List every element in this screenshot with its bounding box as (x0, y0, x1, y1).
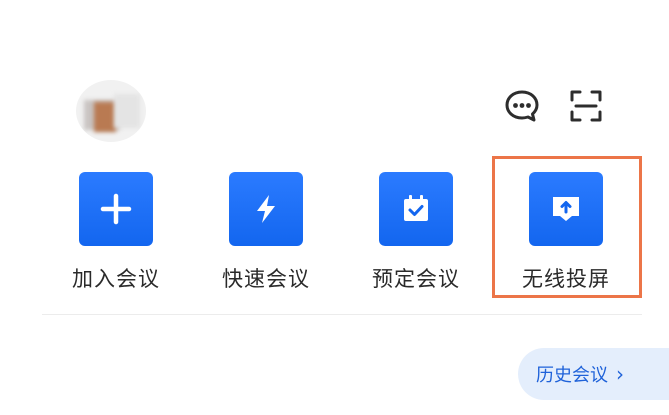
lightning-icon (257, 195, 275, 223)
plus-icon (100, 193, 132, 225)
quick-meeting-label: 快速会议 (222, 267, 310, 291)
scan-button[interactable] (566, 86, 606, 126)
join-meeting-tile (79, 172, 153, 246)
join-meeting-label: 加入会议 (72, 267, 160, 291)
history-meetings-button[interactable]: 历史会议 › (518, 348, 669, 400)
schedule-meeting-label: 预定会议 (372, 267, 460, 291)
avatar[interactable] (76, 80, 146, 142)
chat-bubble-icon (505, 90, 539, 122)
divider (42, 314, 642, 315)
chevron-right-icon: › (616, 362, 624, 386)
highlight-box (492, 156, 642, 298)
scan-icon (570, 90, 602, 122)
chat-button[interactable] (502, 86, 542, 126)
history-meetings-label: 历史会议 (536, 365, 608, 386)
schedule-meeting-button[interactable]: 预定会议 (356, 170, 476, 293)
calendar-check-icon (404, 195, 428, 221)
quick-meeting-tile (229, 172, 303, 246)
schedule-meeting-tile (379, 172, 453, 246)
quick-meeting-button[interactable]: 快速会议 (206, 170, 326, 293)
join-meeting-button[interactable]: 加入会议 (56, 170, 176, 293)
